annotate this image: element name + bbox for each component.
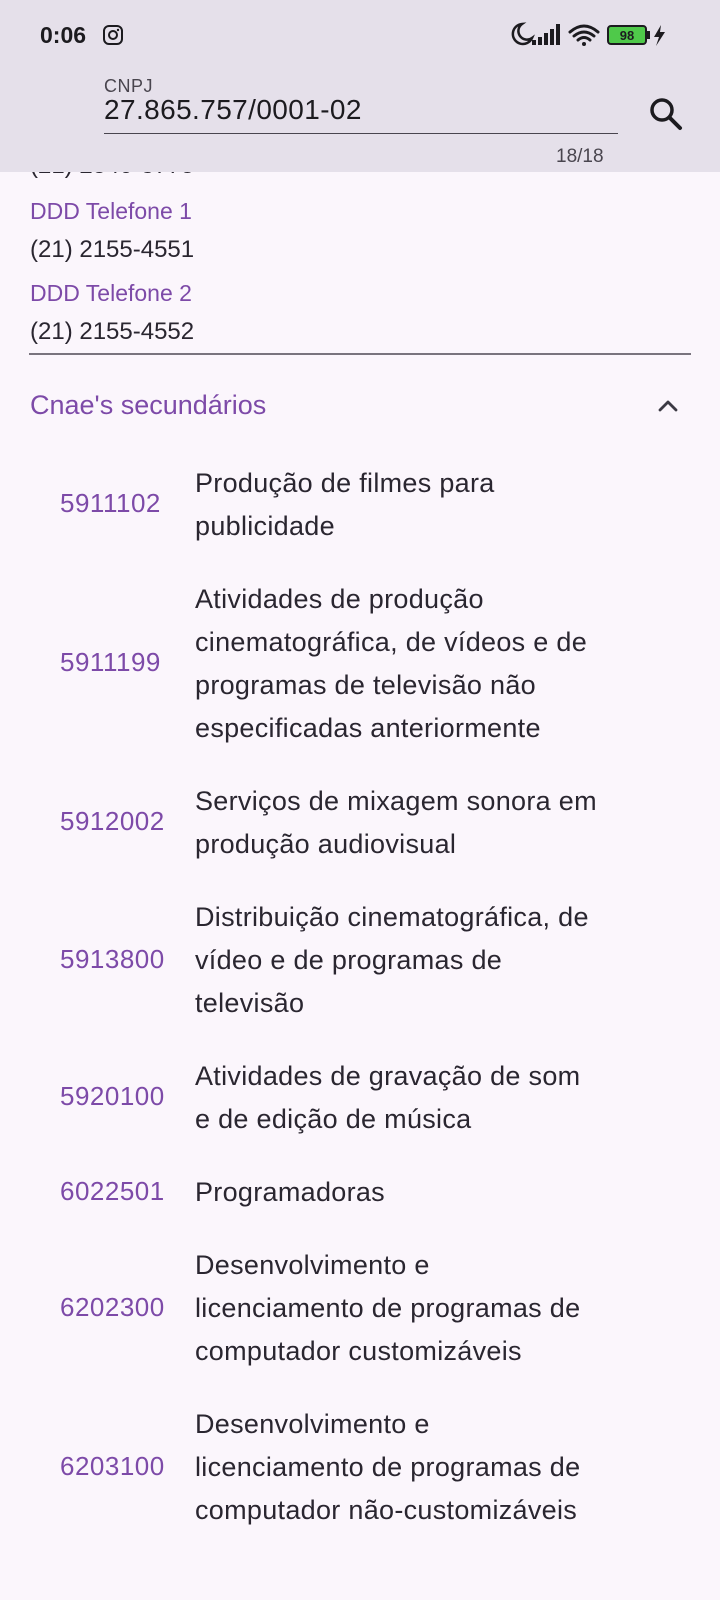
cnae-description-line: Atividades de produção xyxy=(195,584,484,614)
cnae-description: Programadoras xyxy=(195,1171,665,1214)
cnae-description: Desenvolvimento e licenciamento de progra… xyxy=(195,1403,665,1532)
cnae-row: 5911102 Produção de filmes para publicidad… xyxy=(0,462,720,548)
phone2-label: DDD Telefone 2 xyxy=(30,280,192,306)
cnpj-input[interactable]: 27.865.757/0001-02 xyxy=(104,94,362,126)
character-counter: 18/18 xyxy=(556,146,604,167)
status-time: 0:06 xyxy=(40,22,87,48)
cnae-description: Atividades de produção cinematográfica, d… xyxy=(195,578,665,750)
cnae-description: Desenvolvimento e licenciamento de progra… xyxy=(195,1244,665,1373)
signal-icon xyxy=(532,24,560,45)
phone2-value: (21) 2155-4552 xyxy=(30,318,195,345)
battery-level: 98 xyxy=(620,28,634,43)
wifi-icon xyxy=(568,24,600,46)
battery-icon: 98 xyxy=(607,25,650,45)
cnae-code: 5911199 xyxy=(60,647,161,677)
cnae-description-line: publicidade xyxy=(195,511,335,541)
top-app-bar: 0:06 98 CNPJ 27.865.757/0001-02 18/18 xyxy=(0,0,720,172)
cnae-description: Serviços de mixagem sonora em produção au… xyxy=(195,780,665,866)
moon-icon xyxy=(511,22,535,46)
cnae-code: 6202300 xyxy=(60,1291,165,1322)
status-icons: 98 xyxy=(511,22,665,46)
cnae-row: 5920100 Atividades de gravação de som e de… xyxy=(0,1055,720,1141)
instagram-icon xyxy=(103,25,123,45)
cnae-code: 5912002 xyxy=(60,806,165,836)
cnae-description-line: produção audiovisual xyxy=(195,829,457,859)
charging-icon xyxy=(654,25,665,46)
cnae-description: Produção de filmes para publicidade xyxy=(195,462,665,548)
cnae-description-line: Programadoras xyxy=(195,1177,385,1207)
search-icon[interactable] xyxy=(646,94,686,134)
cnae-code: 5920100 xyxy=(60,1081,165,1111)
cnae-description: Distribuição cinematográfica, de vídeo e … xyxy=(195,896,665,1025)
cnae-description-line: Distribuição cinematográfica, de xyxy=(195,902,589,932)
cnae-row: 6022501 Programadoras xyxy=(0,1171,720,1214)
phone1-label: DDD Telefone 1 xyxy=(30,198,192,224)
cnae-row: 6203100 Desenvolvimento e licenciamento de… xyxy=(0,1403,720,1532)
cnae-row: 5912002 Serviços de mixagem sonora em prod… xyxy=(0,780,720,866)
cnae-code: 5911102 xyxy=(60,488,161,518)
phone-fax-value: (21) 2540-8773 xyxy=(30,172,194,180)
cnae-description-line: programas de televisão não xyxy=(195,670,537,700)
cnae-description-line: Desenvolvimento e xyxy=(195,1250,430,1280)
company-details: (21) 2540-8773 DDD Telefone 1 (21) 2155-… xyxy=(0,172,720,1600)
cnae-description-line: e de edição de música xyxy=(195,1104,472,1134)
cnpj-input-underline xyxy=(104,133,618,134)
cnae-description-line: especificadas anteriormente xyxy=(195,713,541,743)
cnae-description-line: Produção de filmes para xyxy=(195,468,495,498)
phone1-value: (21) 2155-4551 xyxy=(30,236,195,263)
cnae-row: 5911199 Atividades de produção cinematográ… xyxy=(0,578,720,750)
cnae-code: 6022501 xyxy=(60,1175,165,1206)
cnae-row: 5913800 Distribuição cinematográfica, de v… xyxy=(0,896,720,1025)
cnae-description-line: televisão xyxy=(195,988,305,1018)
cnae-description-line: Serviços de mixagem sonora em xyxy=(195,786,597,816)
cnae-description-line: licenciamento de programas de xyxy=(195,1452,581,1482)
cnae-description-line: Atividades de gravação de som xyxy=(195,1061,581,1091)
cnae-secundarios-header[interactable]: Cnae's secundários xyxy=(0,372,720,442)
cnae-description-line: computador não-customizáveis xyxy=(195,1495,578,1525)
cnae-row: 6202300 Desenvolvimento e licenciamento de… xyxy=(0,1244,720,1373)
cnae-description-line: computador customizáveis xyxy=(195,1336,522,1366)
cnae-description-line: Desenvolvimento e xyxy=(195,1409,430,1439)
cnae-code: 6203100 xyxy=(60,1450,165,1481)
cnae-description-line: vídeo e de programas de xyxy=(195,945,503,975)
section-title: Cnae's secundários xyxy=(30,390,267,420)
cnae-description-line: cinematográfica, de vídeos e de xyxy=(195,627,588,657)
cnae-code: 5913800 xyxy=(60,943,165,974)
divider xyxy=(29,353,691,355)
cnae-description-line: licenciamento de programas de xyxy=(195,1293,581,1323)
chevron-up-icon[interactable] xyxy=(656,394,680,418)
cnae-description: Atividades de gravação de som e de edição… xyxy=(195,1055,665,1141)
